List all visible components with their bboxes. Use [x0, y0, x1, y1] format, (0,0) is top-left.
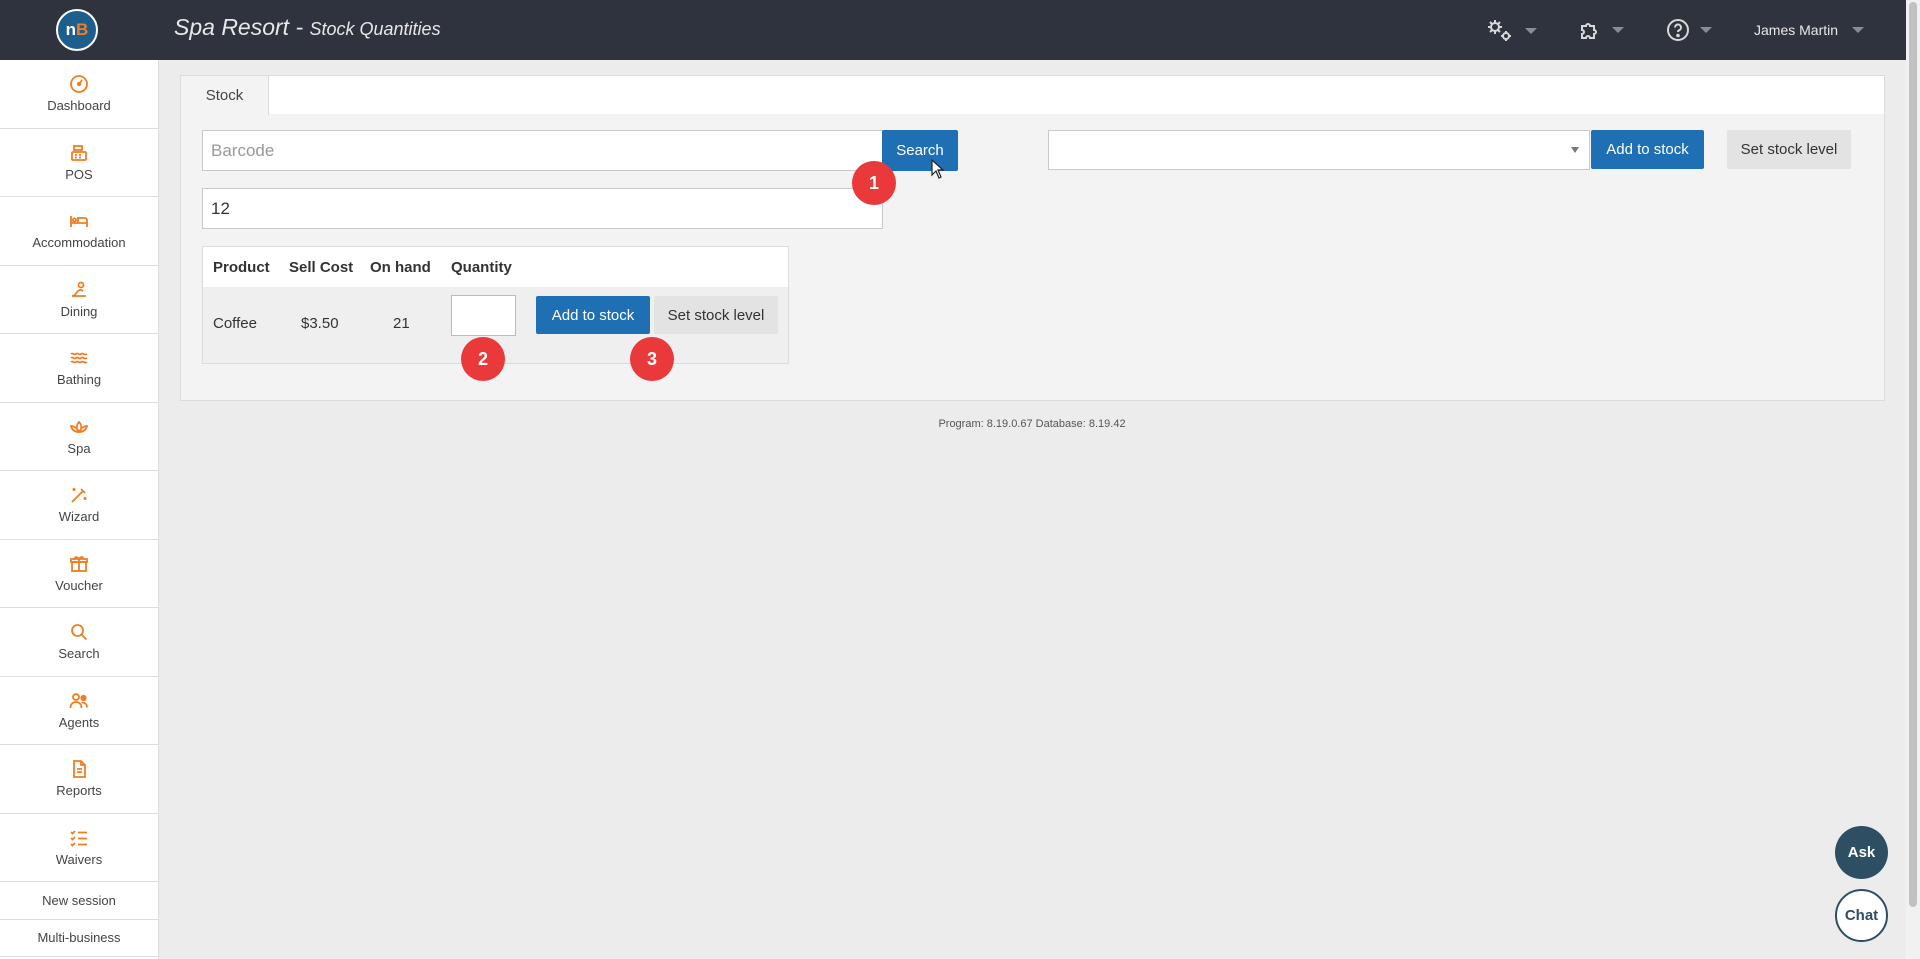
chevron-down-icon: [1700, 27, 1712, 33]
sidebar-item-spa[interactable]: Spa: [0, 403, 158, 471]
checklist-icon: [70, 830, 87, 847]
help-icon: [1667, 19, 1689, 41]
search-icon: [71, 624, 88, 641]
step-badge-3: 3: [630, 337, 674, 381]
step-badge-1: 1: [852, 161, 896, 205]
barcode-input[interactable]: [202, 130, 883, 171]
user-name: James Martin: [1754, 22, 1839, 38]
col-header-quantity: Quantity: [451, 259, 512, 276]
agents-icon: [69, 692, 88, 708]
report-icon: [73, 760, 86, 779]
dashboard-icon: [70, 75, 88, 94]
page-title: Spa Resort - Stock Quantities: [174, 14, 441, 40]
top-set-stock-level-button[interactable]: Set stock level: [1727, 130, 1851, 169]
tab-stock[interactable]: Stock: [181, 76, 269, 115]
tab-bar: Stock: [180, 75, 1885, 115]
extensions-menu[interactable]: [1578, 18, 1624, 42]
new-session-link[interactable]: New session: [0, 882, 158, 920]
scrollbar-thumb[interactable]: [1909, 2, 1917, 907]
search-button[interactable]: Search: [882, 130, 958, 171]
gift-icon: [70, 555, 88, 572]
sidebar-item-reports[interactable]: Reports: [0, 745, 158, 814]
mouse-cursor-icon: [931, 159, 945, 179]
quantity-input[interactable]: [451, 295, 516, 336]
page-scrollbar[interactable]: [1906, 0, 1920, 959]
sidebar-item-accommodation[interactable]: Accommodation: [0, 197, 158, 266]
user-menu[interactable]: James Martin: [1754, 22, 1865, 38]
cell-product: Coffee: [213, 315, 257, 332]
row-set-stock-level-button[interactable]: Set stock level: [654, 296, 778, 334]
bed-icon: [70, 216, 88, 228]
col-header-sell-cost: Sell Cost: [289, 259, 354, 276]
step-badge-2: 2: [461, 337, 505, 381]
help-menu[interactable]: [1666, 18, 1712, 42]
search-value-input[interactable]: [202, 188, 883, 229]
sidebar-item-bathing[interactable]: Bathing: [0, 334, 158, 403]
app-logo[interactable]: nB: [56, 9, 98, 51]
row-add-to-stock-button[interactable]: Add to stock: [536, 296, 650, 334]
ask-button[interactable]: Ask: [1835, 826, 1888, 879]
dining-icon: [71, 281, 86, 297]
chevron-down-icon: [1525, 28, 1537, 34]
chat-button[interactable]: Chat: [1835, 889, 1888, 942]
waves-icon: [70, 352, 88, 364]
col-header-on-hand: On hand: [370, 259, 431, 276]
magic-wand-icon: [71, 488, 87, 503]
chevron-down-icon: [1612, 27, 1624, 33]
sidebar-item-dining[interactable]: Dining: [0, 266, 158, 334]
cash-register-icon: [71, 144, 87, 161]
sidebar-item-wizard[interactable]: Wizard: [0, 471, 158, 540]
sidebar-item-search[interactable]: Search: [0, 608, 158, 677]
cell-on-hand: 21: [393, 315, 410, 332]
dropdown-arrow-icon: [1571, 147, 1579, 153]
multi-business-link[interactable]: Multi-business: [0, 920, 158, 957]
chevron-down-icon: [1852, 27, 1865, 33]
col-header-product: Product: [213, 259, 270, 276]
cell-sell-cost: $3.50: [301, 315, 339, 332]
sidebar-item-pos[interactable]: POS: [0, 129, 158, 197]
version-info: Program: 8.19.0.67 Database: 8.19.42: [938, 418, 1126, 430]
settings-menu[interactable]: [1485, 18, 1537, 44]
puzzle-icon: [1581, 23, 1597, 39]
sidebar-item-waivers[interactable]: Waivers: [0, 814, 158, 882]
sidebar-item-agents[interactable]: Agents: [0, 677, 158, 745]
sidebar-item-dashboard[interactable]: Dashboard: [0, 60, 158, 129]
top-bar: nB Spa Resort - Stock Quantities James M…: [0, 0, 1906, 60]
sidebar-item-voucher[interactable]: Voucher: [0, 540, 158, 608]
settings-gears-icon: [1488, 20, 1511, 41]
top-add-to-stock-button[interactable]: Add to stock: [1591, 130, 1704, 169]
product-select[interactable]: [1048, 130, 1590, 170]
sidebar: Dashboard POS Accommodation Dining Bathi…: [0, 60, 159, 959]
